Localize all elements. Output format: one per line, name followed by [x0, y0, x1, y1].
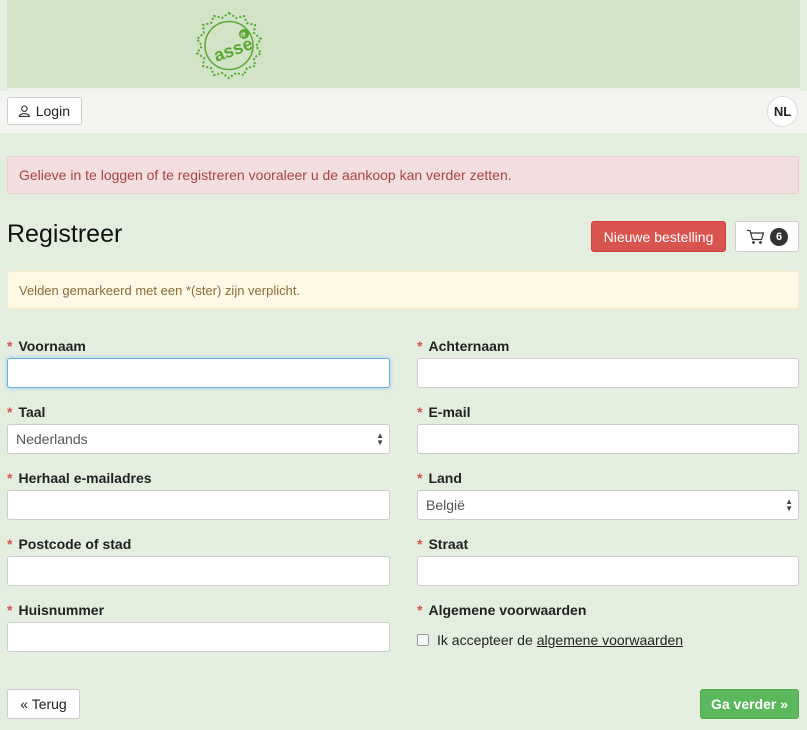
required-marker: * — [417, 470, 423, 486]
required-marker: * — [7, 470, 13, 486]
required-fields-notice: Velden gemarkeerd met een *(ster) zijn v… — [7, 271, 799, 309]
required-marker: * — [417, 602, 423, 618]
language-switch-button[interactable]: NL — [767, 96, 798, 127]
email-label: * E-mail — [417, 404, 471, 420]
login-label: Login — [35, 103, 70, 119]
top-toolbar: Login NL — [0, 91, 807, 133]
postcode-input[interactable] — [7, 556, 390, 586]
land-selected-value: België — [426, 497, 465, 513]
cart-button[interactable]: 6 — [735, 221, 799, 252]
terms-link[interactable]: algemene voorwaarden — [537, 632, 683, 648]
user-icon — [18, 105, 30, 118]
required-marker: * — [417, 338, 423, 354]
select-arrows-icon: ▲ ▼ — [785, 497, 793, 513]
voorwaarden-label: * Algemene voorwaarden — [417, 602, 587, 618]
svg-text:dt: dt — [241, 33, 246, 39]
huisnummer-input[interactable] — [7, 622, 390, 652]
voornaam-label: * Voornaam — [7, 338, 86, 354]
achternaam-label: * Achternaam — [417, 338, 510, 354]
taal-selected-value: Nederlands — [16, 431, 88, 447]
email-input[interactable] — [417, 424, 799, 454]
straat-label: * Straat — [417, 536, 469, 552]
land-label: * Land — [417, 470, 462, 486]
taal-label: * Taal — [7, 404, 46, 420]
postcode-label: * Postcode of stad — [7, 536, 132, 552]
select-arrows-icon: ▲ ▼ — [376, 431, 384, 447]
shopping-cart-icon — [747, 229, 765, 244]
login-required-alert: Gelieve in te loggen of te registreren v… — [7, 156, 799, 194]
accept-terms-row: Ik accepteer de algemene voorwaarden — [417, 632, 683, 648]
accept-terms-checkbox[interactable] — [417, 634, 429, 646]
asse-logo[interactable]: asse dt — [192, 10, 266, 80]
required-marker: * — [7, 602, 13, 618]
accept-terms-text: Ik accepteer de — [437, 632, 533, 648]
required-marker: * — [417, 536, 423, 552]
taal-select[interactable]: Nederlands ▲ ▼ — [7, 424, 390, 454]
achternaam-input[interactable] — [417, 358, 799, 388]
huisnummer-label: * Huisnummer — [7, 602, 105, 618]
cart-count-badge: 6 — [770, 227, 788, 246]
required-marker: * — [417, 404, 423, 420]
page-title: Registreer — [7, 220, 123, 248]
login-button[interactable]: Login — [7, 97, 82, 125]
svg-text:asse: asse — [211, 33, 255, 65]
header-banner: asse dt — [7, 0, 800, 91]
land-select[interactable]: België ▲ ▼ — [417, 490, 799, 520]
new-order-button[interactable]: Nieuwe bestelling — [591, 221, 726, 252]
herhaal-email-input[interactable] — [7, 490, 390, 520]
continue-button[interactable]: Ga verder » — [700, 689, 799, 719]
required-marker: * — [7, 536, 13, 552]
straat-input[interactable] — [417, 556, 799, 586]
back-button[interactable]: « Terug — [7, 689, 80, 719]
herhaal-email-label: * Herhaal e-mailadres — [7, 470, 152, 486]
required-marker: * — [7, 338, 13, 354]
voornaam-input[interactable] — [7, 358, 390, 388]
required-marker: * — [7, 404, 13, 420]
